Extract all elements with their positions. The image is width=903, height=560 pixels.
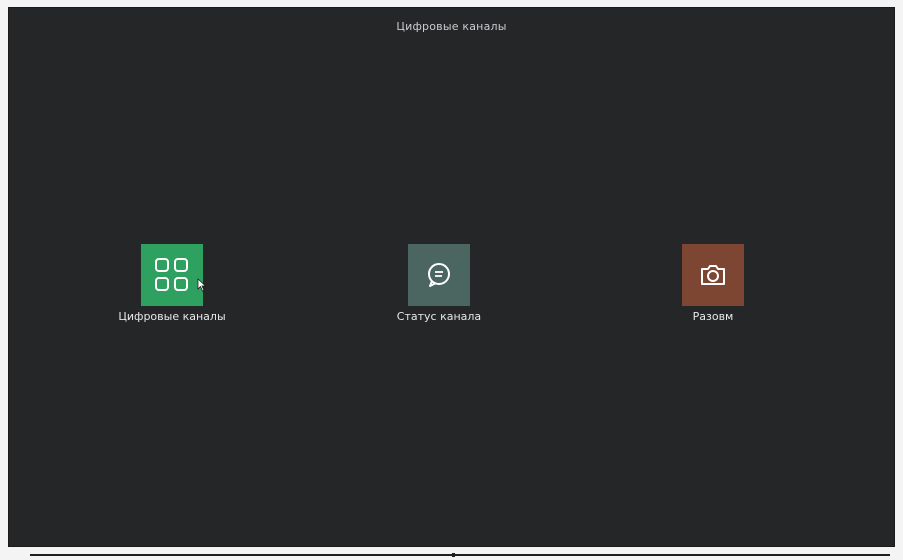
camera-icon xyxy=(701,265,725,285)
chat-status-icon xyxy=(428,263,450,287)
tile-label: Статус канала xyxy=(396,310,482,323)
window-title: Цифровые каналы xyxy=(396,20,507,33)
bottom-strip xyxy=(0,548,903,560)
tile-label: Цифровые каналы xyxy=(118,310,226,323)
main-panel: Цифровые каналы Цифровые каналы Статус к… xyxy=(8,7,895,547)
bottom-marker xyxy=(452,553,455,557)
tile-channel-status[interactable]: Статус канала xyxy=(349,244,529,323)
tile-label: Разовм xyxy=(692,310,734,323)
snapshot-icon-box[interactable] xyxy=(682,244,744,306)
bottom-divider xyxy=(30,554,890,556)
mouse-cursor-icon xyxy=(197,278,207,292)
tile-digital-channels[interactable]: Цифровые каналы xyxy=(82,244,262,323)
channel-status-icon-box[interactable] xyxy=(408,244,470,306)
grid-icon xyxy=(155,258,188,291)
tile-snapshot[interactable]: Разовм xyxy=(623,244,803,323)
digital-channels-icon-box[interactable] xyxy=(141,244,207,306)
